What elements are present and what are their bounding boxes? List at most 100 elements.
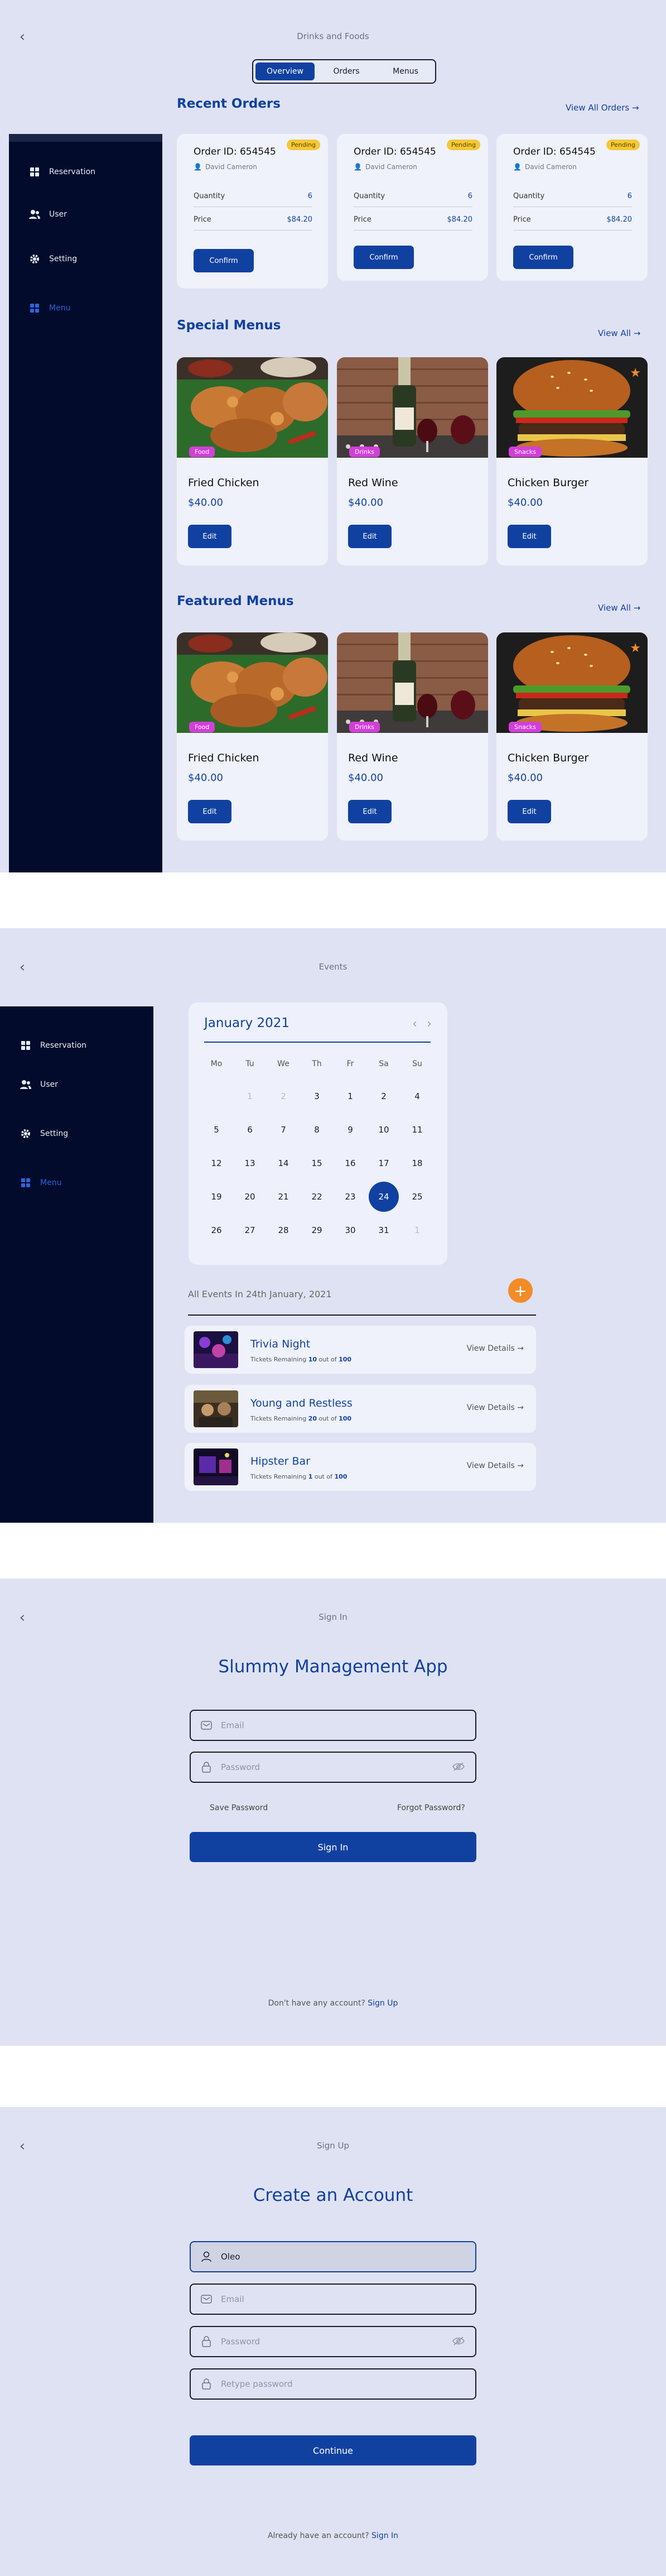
calendar-day[interactable]: 31 xyxy=(373,1219,395,1241)
calendar-day[interactable]: 23 xyxy=(339,1186,361,1208)
edit-button[interactable]: Edit xyxy=(508,800,551,823)
calendar-day[interactable]: 1 xyxy=(406,1219,428,1241)
email-field[interactable] xyxy=(190,2284,476,2315)
calendar-day[interactable]: 28 xyxy=(272,1219,295,1241)
calendar-day[interactable]: 1 xyxy=(239,1085,261,1107)
view-all-orders-link[interactable]: View All Orders → xyxy=(566,103,639,113)
calendar-day[interactable]: 13 xyxy=(239,1152,261,1174)
view-details-link[interactable]: View Details → xyxy=(467,1461,524,1470)
price-row: Price $84.20 xyxy=(513,215,632,224)
calendar-day[interactable]: 17 xyxy=(373,1152,395,1174)
edit-button[interactable]: Edit xyxy=(188,525,231,548)
calendar-day[interactable]: 2 xyxy=(373,1085,395,1107)
chevron-left-icon[interactable]: ‹ xyxy=(412,1017,417,1031)
calendar-day[interactable]: 8 xyxy=(306,1119,328,1141)
sidebar-item-user[interactable]: User xyxy=(29,209,67,220)
calendar-day[interactable]: 18 xyxy=(406,1152,428,1174)
calendar-day[interactable]: 21 xyxy=(272,1186,295,1208)
view-details-link[interactable]: View Details → xyxy=(467,1344,524,1353)
name-input[interactable] xyxy=(221,2252,475,2262)
calendar-day[interactable]: 12 xyxy=(205,1152,228,1174)
order-card: Order ID: 654545 Pending 👤 David Cameron … xyxy=(337,134,488,281)
calendar-day[interactable]: 10 xyxy=(373,1119,395,1141)
view-details-link[interactable]: View Details → xyxy=(467,1403,524,1412)
edit-button[interactable]: Edit xyxy=(348,800,392,823)
forgot-password-link[interactable]: Forgot Password? xyxy=(397,1803,465,1812)
event-item[interactable]: Hipster Bar Tickets Remaining 1 out of 1… xyxy=(185,1443,536,1491)
sidebar-item-reservation[interactable]: Reservation xyxy=(29,166,95,178)
password-input[interactable] xyxy=(221,2337,452,2347)
sidebar-item-reservation[interactable]: Reservation xyxy=(20,1040,86,1051)
calendar-day[interactable]: 30 xyxy=(339,1219,361,1241)
calendar-day[interactable]: 2 xyxy=(272,1085,295,1107)
tab-overview[interactable]: Overview xyxy=(255,63,315,80)
event-item[interactable]: Young and Restless Tickets Remaining 20 … xyxy=(185,1385,536,1433)
tickets-prefix: Tickets Remaining xyxy=(250,1473,307,1480)
edit-button[interactable]: Edit xyxy=(188,800,231,823)
eye-off-icon[interactable] xyxy=(452,1762,465,1773)
email-input[interactable] xyxy=(221,2294,475,2304)
calendar-day[interactable]: 24 xyxy=(369,1182,399,1212)
sidebar-item-menu[interactable]: Menu xyxy=(29,303,70,314)
calendar-day[interactable]: 4 xyxy=(406,1085,428,1107)
calendar-day[interactable]: 7 xyxy=(272,1119,295,1141)
tab-orders[interactable]: Orders xyxy=(317,60,376,83)
customer: 👤 David Cameron xyxy=(354,163,417,171)
calendar-day[interactable]: 22 xyxy=(306,1186,328,1208)
tab-menus[interactable]: Menus xyxy=(376,60,435,83)
calendar-day[interactable]: 14 xyxy=(272,1152,295,1174)
calendar-day[interactable]: 26 xyxy=(205,1219,228,1241)
save-password-link[interactable]: Save Password xyxy=(210,1803,268,1812)
users-icon xyxy=(20,1079,31,1090)
continue-button[interactable]: Continue xyxy=(190,2435,476,2465)
link-label: View All xyxy=(598,603,631,613)
confirm-button[interactable]: Confirm xyxy=(513,246,573,269)
calendar-day[interactable]: 16 xyxy=(339,1152,361,1174)
retype-password-field[interactable] xyxy=(190,2368,476,2400)
chicken-burger-image xyxy=(496,357,648,458)
calendar-day[interactable]: 1 xyxy=(339,1085,361,1107)
retype-password-input[interactable] xyxy=(221,2379,475,2389)
edit-button[interactable]: Edit xyxy=(348,525,392,548)
calendar-day[interactable] xyxy=(205,1085,228,1107)
star-icon[interactable]: ★ xyxy=(630,366,641,380)
arrow-right-icon: → xyxy=(631,103,639,113)
password-field[interactable] xyxy=(190,1752,476,1783)
calendar-day[interactable]: 27 xyxy=(239,1219,261,1241)
confirm-button[interactable]: Confirm xyxy=(354,246,414,269)
event-item[interactable]: Trivia Night Tickets Remaining 10 out of… xyxy=(185,1326,536,1374)
sign-up-link[interactable]: Sign Up xyxy=(368,1999,398,2008)
view-all-featured-link[interactable]: View All → xyxy=(598,603,640,613)
sign-in-link[interactable]: Sign In xyxy=(371,2531,398,2540)
sidebar-item-setting[interactable]: Setting xyxy=(20,1128,68,1139)
confirm-button[interactable]: Confirm xyxy=(194,249,254,272)
eye-off-icon[interactable] xyxy=(452,2336,465,2347)
calendar-day[interactable]: 9 xyxy=(339,1119,361,1141)
calendar-day[interactable]: 11 xyxy=(406,1119,428,1141)
edit-button[interactable]: Edit xyxy=(508,525,551,548)
calendar-day[interactable]: 25 xyxy=(406,1186,428,1208)
view-all-special-link[interactable]: View All → xyxy=(598,328,640,338)
price-label: Price xyxy=(194,215,211,224)
star-icon[interactable]: ★ xyxy=(630,641,641,655)
calendar-day[interactable]: 5 xyxy=(205,1119,228,1141)
calendar-day[interactable]: 20 xyxy=(239,1186,261,1208)
calendar-day[interactable]: 29 xyxy=(306,1219,328,1241)
chevron-right-icon[interactable]: › xyxy=(427,1017,432,1031)
sidebar-item-menu[interactable]: Menu xyxy=(20,1177,61,1188)
calendar-day[interactable]: 15 xyxy=(306,1152,328,1174)
email-input[interactable] xyxy=(221,1720,475,1730)
sidebar-item-setting[interactable]: Setting xyxy=(29,253,77,265)
calendar-day[interactable]: 19 xyxy=(205,1186,228,1208)
sidebar-item-user[interactable]: User xyxy=(20,1079,58,1090)
name-field[interactable] xyxy=(190,2241,476,2272)
customer: 👤 David Cameron xyxy=(194,163,257,171)
calendar-day[interactable]: 6 xyxy=(239,1119,261,1141)
order-card: Order ID: 654545 Pending 👤 David Cameron … xyxy=(496,134,648,281)
password-input[interactable] xyxy=(221,1762,452,1772)
password-field[interactable] xyxy=(190,2326,476,2357)
email-field[interactable] xyxy=(190,1710,476,1741)
add-event-button[interactable]: + xyxy=(508,1278,533,1303)
sign-in-button[interactable]: Sign In xyxy=(190,1832,476,1862)
calendar-day[interactable]: 3 xyxy=(306,1085,328,1107)
